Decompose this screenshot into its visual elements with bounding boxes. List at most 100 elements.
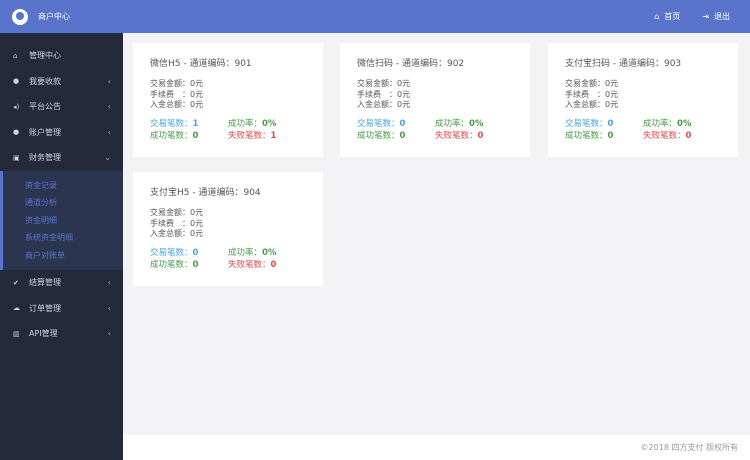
label: 成功笔数： xyxy=(357,130,400,141)
submenu: 资金记录 通道分析 资金明细 系统资金明细 商户对账单 xyxy=(0,170,123,270)
sidebar-item[interactable]: ⌂ 管理中心 xyxy=(0,43,123,69)
count-value: 0 xyxy=(399,118,406,129)
label: 入金总额： xyxy=(357,100,397,109)
bank-icon: ▥ xyxy=(13,329,20,338)
rate-value: 0% xyxy=(262,247,277,258)
success-value: 0 xyxy=(399,130,406,141)
sidebar-item[interactable]: ● 账户管理 ‹ xyxy=(0,120,123,146)
sidebar-item-label: 平台公告 xyxy=(29,102,61,112)
chevron-icon: ‹ xyxy=(107,76,111,86)
label: 入金总额： xyxy=(565,100,605,109)
count-value: 0 xyxy=(192,247,199,258)
amount-value: 0元 xyxy=(190,79,204,88)
chevron-icon: ‹ xyxy=(107,127,111,137)
label: 交易笔数： xyxy=(150,118,193,129)
top-header: 商户中心 ⌂ 首页 ⇥ 退出 xyxy=(0,0,750,33)
success-value: 0 xyxy=(192,130,199,141)
sidebar-item-label: 我要收款 xyxy=(29,76,61,86)
label: 成功率： xyxy=(435,118,470,129)
label: 手续费 ： xyxy=(150,218,190,228)
label: 手续费 ： xyxy=(357,89,397,99)
label: 交易金额： xyxy=(150,79,190,88)
label: 成功率： xyxy=(228,247,263,258)
main-content: 微信H5 - 通道编码：901 交易金额：0元 手续费 ：0元 入金总额：0元 … xyxy=(123,33,750,435)
submenu-item[interactable]: 资金明细 xyxy=(3,212,123,230)
count-value: 0 xyxy=(607,118,614,129)
label: 成功率： xyxy=(643,118,678,129)
cloud-icon: ☁ xyxy=(13,304,20,313)
label: 成功笔数： xyxy=(565,130,608,141)
chevron-icon: ‹ xyxy=(107,102,111,112)
channel-card: 支付宝扫码 - 通道编码：903 交易金额：0元 手续费 ：0元 入金总额：0元… xyxy=(548,43,738,157)
label: 入金总额： xyxy=(150,229,190,238)
sidebar-item[interactable]: ● 我要收款 ‹ xyxy=(0,69,123,95)
chevron-icon: ‹ xyxy=(107,329,111,339)
label: 失败笔数： xyxy=(228,259,271,270)
label: 交易笔数： xyxy=(565,118,608,129)
fail-value: 0 xyxy=(477,130,484,141)
sidebar-item[interactable]: ▣ 财务管理 ⌄ xyxy=(0,145,123,171)
label: 交易金额： xyxy=(357,79,397,88)
amount-value: 0元 xyxy=(190,208,204,217)
success-value: 0 xyxy=(192,259,199,270)
total-value: 0元 xyxy=(190,229,204,238)
label: 成功笔数： xyxy=(150,130,193,141)
total-value: 0元 xyxy=(605,100,619,109)
label: 失败笔数： xyxy=(435,130,478,141)
sidebar-item[interactable]: ✔ 结算管理 ‹ xyxy=(0,270,123,296)
label: 交易金额： xyxy=(565,79,605,88)
total-value: 0元 xyxy=(190,100,204,109)
label: 交易笔数： xyxy=(150,247,193,258)
sidebar-item-label: 结算管理 xyxy=(29,278,61,288)
submenu-item[interactable]: 通道分析 xyxy=(3,194,123,212)
submenu-item[interactable]: 系统资金明细 xyxy=(3,229,123,247)
logout-icon: ⇥ xyxy=(702,12,709,21)
sidebar-item[interactable]: ◂) 平台公告 ‹ xyxy=(0,94,123,120)
channel-card: 支付宝H5 - 通道编码：904 交易金额：0元 手续费 ：0元 入金总额：0元… xyxy=(133,172,323,286)
card-title: 微信H5 - 通道编码：901 xyxy=(150,59,252,69)
user-icon: ● xyxy=(13,128,20,137)
app-title: 商户中心 xyxy=(38,12,70,21)
total-value: 0元 xyxy=(397,100,411,109)
fee-value: 0元 xyxy=(190,218,204,228)
submenu-item[interactable]: 商户对账单 xyxy=(3,247,123,265)
fail-value: 1 xyxy=(270,130,277,141)
home-link[interactable]: ⌂ 首页 xyxy=(654,11,680,22)
label: 成功率： xyxy=(228,118,263,129)
sidebar: ⌂ 管理中心 ● 我要收款 ‹ ◂) 平台公告 ‹ ● 账户管理 ‹ ▣ 财务管理 ⌄ 资金记录 通道分析 资金… xyxy=(0,33,123,460)
user-icon: ● xyxy=(13,77,20,86)
sidebar-item[interactable]: ▥ API管理 ‹ xyxy=(0,321,123,347)
chevron-icon: ‹ xyxy=(107,278,111,288)
label: 入金总额： xyxy=(150,100,190,109)
home-icon: ⌂ xyxy=(13,51,18,60)
fail-value: 0 xyxy=(685,130,692,141)
fee-value: 0元 xyxy=(397,89,411,99)
home-icon: ⌂ xyxy=(654,12,660,21)
sidebar-item[interactable]: ☁ 订单管理 ‹ xyxy=(0,296,123,322)
logo: 商户中心 xyxy=(0,8,123,25)
sidebar-item-label: API管理 xyxy=(29,329,58,339)
label: 手续费 ： xyxy=(565,89,605,99)
amount-value: 0元 xyxy=(397,79,411,88)
volume-icon: ◂) xyxy=(13,102,20,111)
money-icon: ▣ xyxy=(13,153,20,162)
footer: ©2018 四方支付 版权所有 xyxy=(123,435,750,460)
card-title: 支付宝H5 - 通道编码：904 xyxy=(150,188,261,198)
label: 失败笔数： xyxy=(228,130,271,141)
label: 手续费 ： xyxy=(150,89,190,99)
card-title: 微信扫码 - 通道编码：902 xyxy=(357,59,465,69)
channel-card: 微信H5 - 通道编码：901 交易金额：0元 手续费 ：0元 入金总额：0元 … xyxy=(133,43,323,157)
sidebar-item-label: 财务管理 xyxy=(29,153,61,163)
amount-value: 0元 xyxy=(605,79,619,88)
logout-link[interactable]: ⇥ 退出 xyxy=(702,11,730,22)
logout-label: 退出 xyxy=(714,12,730,21)
label: 成功笔数： xyxy=(150,259,193,270)
fee-value: 0元 xyxy=(605,89,619,99)
sidebar-item-label: 账户管理 xyxy=(29,127,61,137)
submenu-item[interactable]: 资金记录 xyxy=(3,177,123,195)
check-icon: ✔ xyxy=(13,278,19,287)
fee-value: 0元 xyxy=(190,89,204,99)
chevron-icon: ⌄ xyxy=(104,153,111,163)
label: 交易笔数： xyxy=(357,118,400,129)
label: 交易金额： xyxy=(150,208,190,217)
